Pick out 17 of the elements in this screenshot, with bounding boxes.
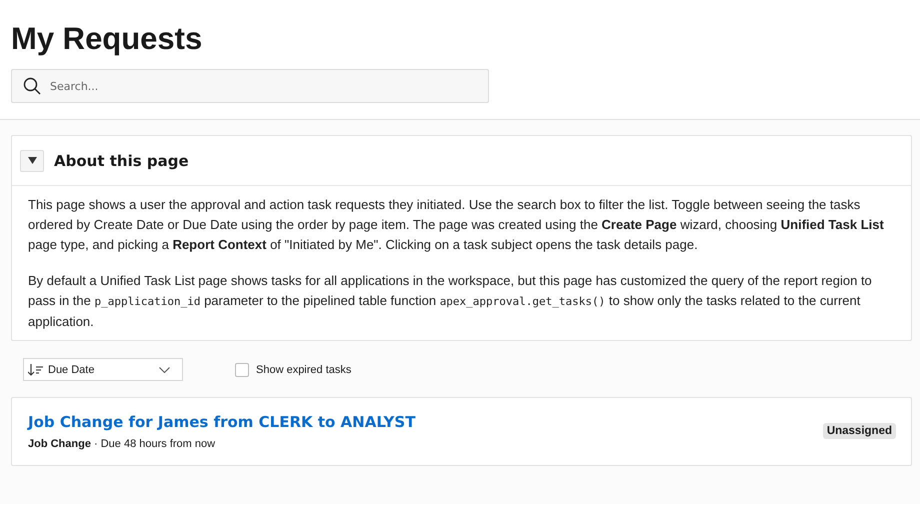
chevron-down-icon <box>159 366 170 372</box>
sort-select[interactable]: Due Date <box>23 358 183 381</box>
sort-icon <box>28 364 44 376</box>
search-field[interactable]: Search... <box>11 69 489 103</box>
collapse-toggle[interactable] <box>20 150 44 172</box>
search-icon <box>23 77 41 95</box>
checkbox[interactable] <box>235 362 249 376</box>
page-title: My Requests <box>11 20 204 58</box>
caret-icon <box>28 157 36 164</box>
region-title: About this page <box>54 152 189 170</box>
status-badge: Unassigned <box>822 423 896 439</box>
task-link[interactable]: Job Change for James from CLERK to ANALYST <box>28 413 416 431</box>
description-paragraph: This page shows a user the approval and action task requests they initiated. Use the search box to filter the list. Toggle between seeing the tasks ordered by Create Date or Due Date using the order by page item. The page was created using the Create Page wizard, choosing Unified Task List page type, and picking a Report Context of "Initiated by Me". Clicking on a task subject opens the task details page. <box>28 196 885 254</box>
due-text: · Due 48 hours from now <box>93 438 216 450</box>
checkbox-label: Show expired tasks <box>256 364 352 376</box>
task-type: Job Change <box>28 438 91 450</box>
description-paragraph: By default a Unified Task List page shows tasks for all applications in the workspace, but this page has customized the query of the report region to pass in the p_application_id parameter to the pipelined table function apex_approval.get_tasks() to show only the tasks related to the current application. <box>28 272 873 331</box>
